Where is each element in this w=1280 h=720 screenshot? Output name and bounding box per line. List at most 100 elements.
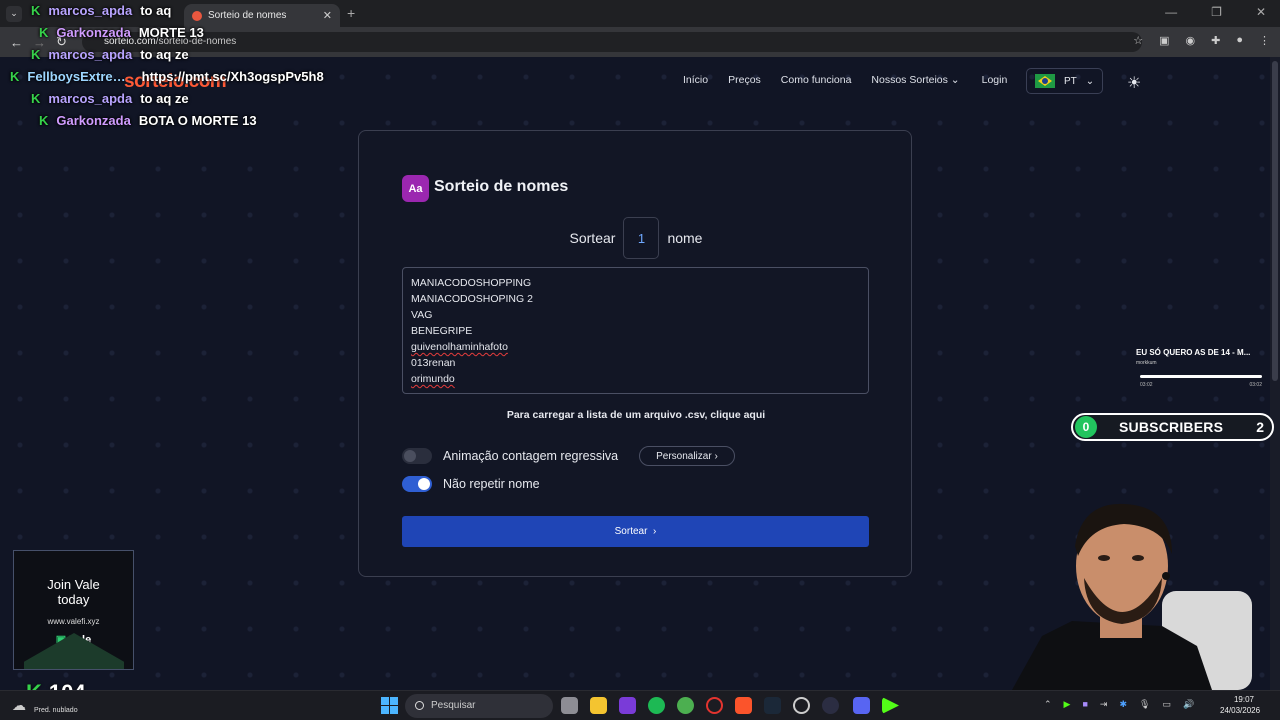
taskbar-search-input[interactable]: Pesquisar	[405, 694, 553, 718]
chat-text: to aq	[140, 3, 172, 18]
tab-title: Sorteio de nomes	[208, 10, 287, 21]
draw-count-input[interactable]: 1	[623, 217, 660, 259]
scrollbar-thumb[interactable]	[1272, 61, 1278, 381]
subscribers-goal-widget: 0 SUBSCRIBERS 2	[1071, 413, 1274, 441]
back-icon[interactable]: ←	[10, 35, 23, 50]
brave-icon[interactable]	[735, 697, 752, 714]
nav-inicio[interactable]: Início	[683, 74, 708, 86]
chat-message: K Garkonzada MORTE 13	[39, 25, 204, 40]
customize-button[interactable]: Personalizar ›	[639, 446, 735, 466]
weather-text: Pred. nublado	[34, 707, 78, 714]
system-tray: ⌃ ▶ ■ ⇥ ✱ 🎙 ▭ 🔊	[1044, 699, 1194, 710]
theme-toggle-sun-icon[interactable]: ☀	[1127, 73, 1141, 93]
draw-count-row: Sortear 1 nome	[359, 217, 913, 259]
browser-toolbar: ☆ ▣ ◉ ✚ ● ⋮	[1133, 34, 1270, 47]
ad-line2: today	[57, 592, 90, 607]
file-explorer-icon[interactable]	[590, 697, 607, 714]
app-icon[interactable]	[822, 697, 839, 714]
tray-overflow-icon[interactable]: ⌃	[1044, 699, 1052, 710]
card-title: Sorteio de nomes	[434, 178, 569, 195]
weather-widget[interactable]: Pred. nublado	[34, 707, 78, 714]
norepeat-toggle[interactable]	[402, 476, 432, 492]
volume-icon[interactable]: 🔊	[1183, 699, 1194, 710]
chevron-right-icon: ›	[653, 526, 657, 537]
chat-text: to aq ze	[140, 91, 189, 106]
opera-icon[interactable]	[706, 697, 723, 714]
chat-text: to aq ze	[140, 47, 189, 62]
names-textarea[interactable]: MANIACODOSHOPPING MANIACODOSHOPING 2 VAG…	[402, 267, 869, 394]
chat-text: https://pmt.sc/Xh3ogspPv5h8	[141, 69, 324, 84]
discord-icon[interactable]	[853, 697, 870, 714]
chat-text: BOTA O MORTE 13	[138, 113, 257, 128]
chevron-down-icon: ⌄	[1085, 75, 1095, 87]
subs-goal: 2	[1256, 419, 1264, 435]
extension-icon[interactable]: ▣	[1159, 34, 1169, 47]
chat-message: Kmarcos_apda to aq ze	[31, 91, 189, 106]
csv-upload-link[interactable]: Para carregar a lista de um arquivo .csv…	[359, 409, 913, 421]
tray-share-icon[interactable]: ⇥	[1100, 699, 1108, 710]
main-nav: Início Preços Como funciona Nossos Sorte…	[683, 74, 1007, 86]
chat-user: FellboysExtre…	[27, 69, 126, 84]
minimize-icon[interactable]: —	[1165, 5, 1177, 19]
count-prefix: Sortear	[569, 230, 616, 246]
customize-label: Personalizar	[656, 450, 712, 462]
app-grid-icon[interactable]	[619, 697, 636, 714]
profile-extension-icon[interactable]: ◉	[1186, 34, 1196, 47]
taskbar-clock[interactable]: 19:07 24/03/2026	[1220, 694, 1260, 716]
new-tab-icon[interactable]: +	[347, 5, 355, 21]
bluetooth-icon[interactable]: ✱	[1119, 699, 1127, 710]
tray-app-icon[interactable]: ■	[1082, 699, 1087, 710]
music-widget: EU SÓ QUERO AS DE 14 - M... morkkum 03:0…	[1136, 348, 1268, 392]
weather-cloud-icon: ☁	[12, 697, 26, 713]
tab-active[interactable]: Sorteio de nomes ✕	[184, 4, 340, 27]
profile-avatar[interactable]: ●	[1236, 34, 1243, 47]
chat-user: marcos_apda	[48, 91, 133, 106]
steam-icon[interactable]	[764, 697, 781, 714]
chat-message: K FellboysExtre… https://pmt.sc/Xh3ogspPv5…	[10, 69, 324, 84]
close-window-icon[interactable]: ✕	[1256, 5, 1266, 19]
windows-start-icon[interactable]	[381, 697, 398, 714]
url-input[interactable]: sorteio.com/sorteio-de-nomes	[82, 32, 1142, 52]
maximize-icon[interactable]: ❐	[1211, 5, 1222, 19]
page-scrollbar[interactable]	[1270, 57, 1280, 690]
kick-icon: K	[39, 25, 49, 40]
norepeat-row: Não repetir nome	[402, 476, 540, 492]
network-icon[interactable]: ▭	[1162, 699, 1171, 710]
favicon-icon	[192, 10, 202, 21]
nav-login[interactable]: Login	[982, 74, 1008, 86]
name-line: MANIACODOSHOPPING	[411, 277, 532, 289]
draw-submit-button[interactable]: Sortear ›	[402, 516, 869, 547]
countdown-label: Animação contagem regressiva	[443, 449, 619, 463]
chat-message: Kmarcos_apda to aq ze	[31, 47, 189, 62]
spotify-icon[interactable]	[648, 697, 665, 714]
vale-ad-banner: Join Valetoday www.valefi.xyz ▣Vale	[13, 550, 134, 670]
browser-menu-icon[interactable]: ⋮	[1259, 34, 1270, 47]
chevron-down-icon: ⌄	[950, 74, 960, 86]
obs-icon[interactable]	[793, 697, 810, 714]
ad-headline: Join Vale today	[14, 577, 133, 607]
tab-close-icon[interactable]: ✕	[323, 9, 332, 22]
kick-icon: K	[39, 113, 49, 128]
chat-message: Kmarcos_apda to aq	[31, 3, 171, 18]
bookmark-star-icon[interactable]: ☆	[1133, 34, 1143, 47]
name-line: orimundo	[411, 373, 455, 385]
nav-precos[interactable]: Preços	[728, 74, 761, 86]
tab-search-button[interactable]: ⌄	[6, 5, 22, 22]
language-select[interactable]: PT ⌄	[1026, 68, 1103, 94]
task-view-icon[interactable]	[561, 697, 578, 714]
kick-app-icon[interactable]	[882, 697, 899, 714]
microphone-icon[interactable]: 🎙	[1139, 699, 1150, 710]
language-code: PT	[1064, 75, 1077, 87]
puzzle-icon[interactable]: ✚	[1211, 34, 1220, 47]
chat-message: K Garkonzada BOTA O MORTE 13	[39, 113, 257, 128]
song-title: EU SÓ QUERO AS DE 14 - M...	[1136, 348, 1251, 357]
chrome-icon[interactable]	[677, 697, 694, 714]
nav-nossos-sorteios[interactable]: Nossos Sorteios ⌄	[871, 74, 959, 86]
nav-como-funciona[interactable]: Como funciona	[781, 74, 852, 86]
window-controls: — ❐ ✕	[1165, 5, 1266, 19]
countdown-toggle[interactable]	[402, 448, 432, 464]
windows-taskbar: Pred. nublado ☁ Pesquisar ⌃ ▶ ■ ⇥ ✱ 🎙 ▭ …	[0, 690, 1280, 720]
chat-user: Garkonzada	[56, 113, 131, 128]
clock-time: 19:07	[1233, 695, 1254, 704]
tray-kick-icon[interactable]: ▶	[1064, 699, 1071, 710]
